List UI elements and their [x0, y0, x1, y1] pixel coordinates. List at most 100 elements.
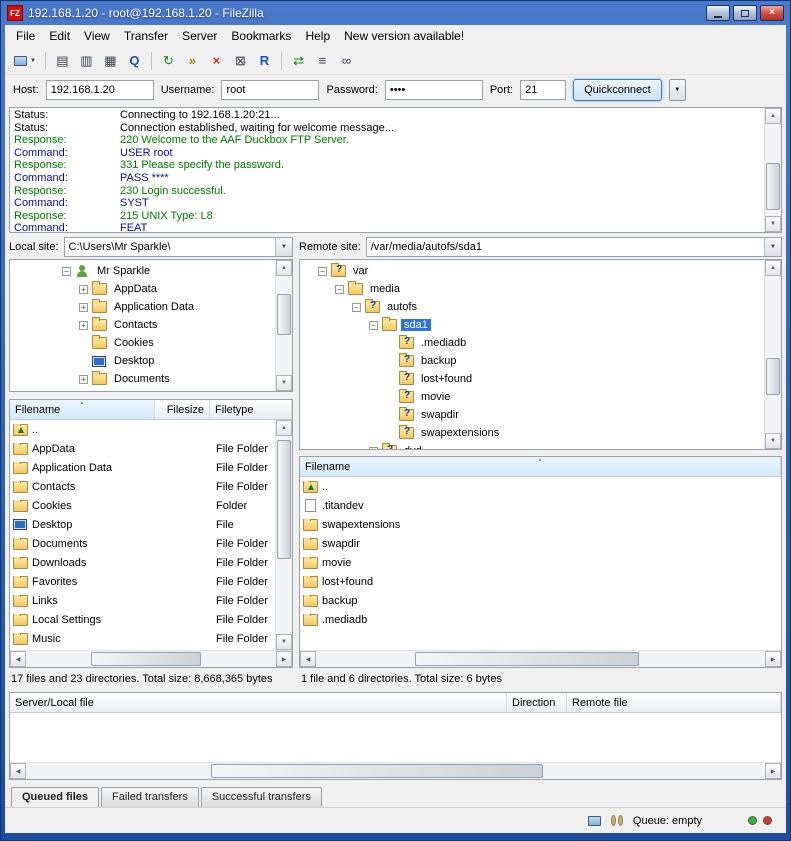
menu-item-server[interactable]: Server: [175, 27, 224, 45]
tree-item-media[interactable]: −media: [300, 280, 764, 298]
file-row[interactable]: Local SettingsFile Folder: [10, 610, 275, 629]
tree-item-documents[interactable]: +Documents: [10, 370, 275, 388]
directory-comparison-button[interactable]: ⇄: [287, 50, 310, 72]
collapse-icon[interactable]: −: [335, 285, 344, 294]
toggle-message-log-button[interactable]: ▤: [51, 50, 74, 72]
menu-item-help[interactable]: Help: [298, 27, 337, 45]
find-files-button[interactable]: ∞: [335, 50, 358, 72]
process-queue-button[interactable]: »: [181, 50, 204, 72]
refresh-button[interactable]: ↻: [157, 50, 180, 72]
expand-icon[interactable]: +: [369, 447, 378, 450]
minimize-button[interactable]: [706, 5, 730, 21]
log-scrollbar[interactable]: ▲ ▼: [764, 108, 781, 232]
tab-failed-transfers[interactable]: Failed transfers: [101, 787, 199, 807]
close-button[interactable]: ×: [760, 5, 784, 21]
menu-item-file[interactable]: File: [9, 27, 42, 45]
file-row[interactable]: lost+found: [300, 572, 781, 591]
local-site-combobox[interactable]: C:\Users\Mr Sparkle\ ▼: [64, 237, 293, 257]
port-input[interactable]: [520, 80, 566, 100]
collapse-icon[interactable]: −: [352, 303, 361, 312]
scroll-track[interactable]: [316, 651, 765, 667]
local-splitter[interactable]: [9, 392, 293, 399]
scroll-up-button[interactable]: ▲: [276, 420, 292, 436]
file-row[interactable]: Application DataFile Folder: [10, 458, 275, 477]
file-row[interactable]: DownloadsFile Folder: [10, 553, 275, 572]
scroll-thumb[interactable]: [277, 294, 291, 336]
scroll-thumb[interactable]: [415, 652, 640, 666]
tree-item-contacts[interactable]: +Contacts: [10, 316, 275, 334]
scroll-up-button[interactable]: ▲: [765, 108, 781, 124]
username-input[interactable]: [221, 80, 319, 100]
expand-icon[interactable]: +: [79, 375, 88, 384]
menu-item-transfer[interactable]: Transfer: [117, 27, 175, 45]
disconnect-button[interactable]: ⊠: [229, 50, 252, 72]
scroll-thumb[interactable]: [766, 358, 780, 396]
tree-item-appdata[interactable]: +AppData: [10, 280, 275, 298]
column-header-filesize[interactable]: Filesize: [155, 400, 210, 419]
file-row[interactable]: movie: [300, 553, 781, 572]
menu-item-edit[interactable]: Edit: [42, 27, 77, 45]
scroll-track[interactable]: [276, 436, 292, 634]
quickconnect-dropdown-button[interactable]: ▼: [669, 79, 686, 101]
expand-icon[interactable]: +: [79, 321, 88, 330]
tree-item-autofs[interactable]: −autofs: [300, 298, 764, 316]
host-input[interactable]: [46, 80, 154, 100]
scroll-right-button[interactable]: ▶: [765, 651, 781, 667]
file-row[interactable]: MusicFile Folder: [10, 629, 275, 648]
menu-item-view[interactable]: View: [77, 27, 117, 45]
directory-listing-filters-button[interactable]: ≡: [311, 50, 334, 72]
local-list-hscrollbar[interactable]: ◀ ▶: [10, 650, 292, 667]
scroll-down-button[interactable]: ▼: [276, 375, 292, 391]
menu-item-new-version[interactable]: New version available!: [337, 27, 471, 45]
remote-tree-scrollbar[interactable]: ▲ ▼: [764, 260, 781, 449]
scroll-track[interactable]: [765, 124, 781, 216]
tree-item-mediadb[interactable]: .mediadb: [300, 334, 764, 352]
file-row[interactable]: swapextensions: [300, 515, 781, 534]
scroll-down-button[interactable]: ▼: [765, 216, 781, 232]
cancel-button[interactable]: ×: [205, 50, 228, 72]
tree-item-var[interactable]: −var: [300, 262, 764, 280]
expand-icon[interactable]: +: [79, 285, 88, 294]
password-input[interactable]: [385, 80, 483, 100]
scroll-thumb[interactable]: [766, 163, 780, 211]
tree-item-sda1[interactable]: −sda1: [300, 316, 764, 334]
remote-list-hscrollbar[interactable]: ◀ ▶: [300, 650, 781, 667]
file-row[interactable]: .titandev: [300, 496, 781, 515]
file-row-up[interactable]: ..: [10, 420, 275, 439]
scroll-right-button[interactable]: ▶: [276, 651, 292, 667]
tab-queued-files[interactable]: Queued files: [11, 787, 99, 807]
column-header-filename[interactable]: ▲Filename: [300, 457, 781, 476]
scroll-up-button[interactable]: ▲: [276, 260, 292, 276]
tree-item-swapdir[interactable]: swapdir: [300, 406, 764, 424]
scroll-track[interactable]: [276, 276, 292, 375]
file-row[interactable]: backup: [300, 591, 781, 610]
tree-item-mr-sparkle[interactable]: −Mr Sparkle: [10, 262, 275, 280]
column-header-remote-file[interactable]: Remote file: [567, 693, 781, 712]
toggle-remote-tree-button[interactable]: ▦: [99, 50, 122, 72]
queue-hscrollbar[interactable]: ◀ ▶: [10, 762, 781, 779]
expand-icon[interactable]: +: [79, 303, 88, 312]
scroll-thumb[interactable]: [211, 764, 544, 778]
tree-item-movie[interactable]: movie: [300, 388, 764, 406]
file-row[interactable]: LinksFile Folder: [10, 591, 275, 610]
tree-item-lost-found[interactable]: lost+found: [300, 370, 764, 388]
collapse-icon[interactable]: −: [62, 267, 71, 276]
chevron-down-icon[interactable]: ▼: [764, 238, 781, 256]
scroll-down-button[interactable]: ▼: [765, 433, 781, 449]
local-list-scrollbar[interactable]: ▲ ▼: [275, 420, 292, 650]
site-manager-button[interactable]: ▼: [10, 50, 40, 72]
menu-item-bookmarks[interactable]: Bookmarks: [224, 27, 298, 45]
tree-item-dvd[interactable]: +dvd: [300, 442, 764, 449]
scroll-left-button[interactable]: ◀: [300, 651, 316, 667]
tree-item-desktop[interactable]: Desktop: [10, 352, 275, 370]
scroll-thumb[interactable]: [277, 440, 291, 559]
file-row[interactable]: .mediadb: [300, 610, 781, 629]
scroll-left-button[interactable]: ◀: [10, 763, 26, 779]
column-header-filename[interactable]: ▲Filename: [10, 400, 155, 419]
tree-item-backup[interactable]: backup: [300, 352, 764, 370]
file-row[interactable]: AppDataFile Folder: [10, 439, 275, 458]
tree-item-application-data[interactable]: +Application Data: [10, 298, 275, 316]
file-row[interactable]: DesktopFile: [10, 515, 275, 534]
local-tree-scrollbar[interactable]: ▲ ▼: [275, 260, 292, 391]
file-row[interactable]: swapdir: [300, 534, 781, 553]
